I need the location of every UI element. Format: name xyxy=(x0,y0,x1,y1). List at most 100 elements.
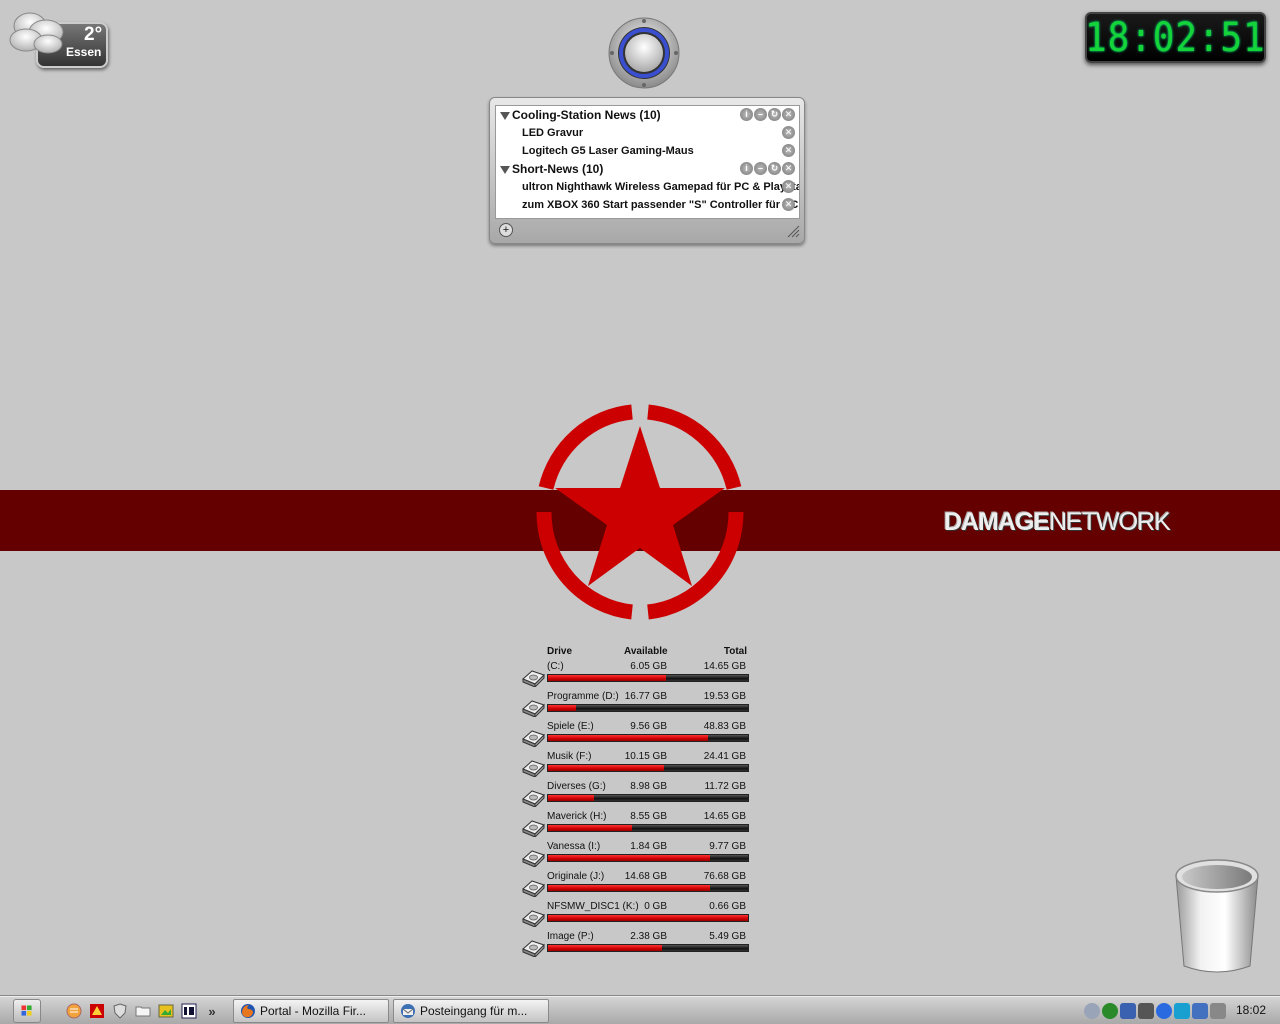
help-icon[interactable] xyxy=(1156,1003,1172,1019)
minimize-icon[interactable]: – xyxy=(754,162,767,175)
thunderbird-icon xyxy=(401,1004,415,1018)
start-button[interactable] xyxy=(13,999,41,1023)
brand-logo: DAMAGENETWORK xyxy=(944,508,1171,537)
drive-row[interactable]: Vanessa (I:) 1.84 GB 9.77 GB xyxy=(519,841,755,871)
usb-device-icon[interactable] xyxy=(1210,1003,1226,1019)
drive-row[interactable]: Image (P:) 2.38 GB 5.49 GB xyxy=(519,931,755,961)
collapse-triangle-icon[interactable] xyxy=(500,166,510,174)
drive-row[interactable]: Maverick (H:) 8.55 GB 14.65 GB xyxy=(519,811,755,841)
drive-label: Spiele (E:) xyxy=(547,721,594,732)
drive-usage-bar xyxy=(547,764,749,772)
brand-part-network: NETWORK xyxy=(1049,508,1171,536)
drive-usage-bar xyxy=(547,704,749,712)
quick-launch: » xyxy=(64,1001,222,1021)
tray-expand-icon[interactable] xyxy=(1084,1003,1100,1019)
collapse-triangle-icon[interactable] xyxy=(500,112,510,120)
drive-table-header: Drive Available Total xyxy=(547,646,749,660)
recycle-bin-icon[interactable] xyxy=(1172,856,1262,978)
add-feed-icon[interactable]: + xyxy=(499,223,513,237)
drive-total: 5.49 GB xyxy=(709,931,746,942)
feed-item[interactable]: Logitech G5 Laser Gaming-Maus ✕ xyxy=(496,142,799,160)
drive-row[interactable]: Musik (F:) 10.15 GB 24.41 GB xyxy=(519,751,755,781)
task-button-thunderbird[interactable]: Posteingang für m... xyxy=(393,999,549,1023)
feed-header[interactable]: Short-News (10) i – ↻ ✕ xyxy=(496,160,799,178)
drive-label: Diverses (G:) xyxy=(547,781,606,792)
feed-header[interactable]: Cooling-Station News (10) i – ↻ ✕ xyxy=(496,106,799,124)
folder-icon[interactable] xyxy=(133,1001,153,1021)
drive-available: 10.15 GB xyxy=(624,751,667,762)
hard-drive-icon xyxy=(522,730,545,747)
messenger-icon[interactable] xyxy=(1174,1003,1190,1019)
resize-grip-icon[interactable] xyxy=(786,224,800,238)
info-icon[interactable]: i xyxy=(740,162,753,175)
taskbar: » Portal - Mozilla Fir... Posteingang fü… xyxy=(0,996,1280,1024)
drive-total: 48.83 GB xyxy=(703,721,746,732)
drive-available: 6.05 GB xyxy=(630,661,667,672)
drive-available: 1.84 GB xyxy=(630,841,667,852)
digital-clock: 18:02:51 xyxy=(1085,12,1266,63)
minimize-icon[interactable]: – xyxy=(754,108,767,121)
feed-item-title: zum XBOX 360 Start passender "S" Control… xyxy=(522,199,799,211)
drive-label: Vanessa (I:) xyxy=(547,841,601,852)
drive-row[interactable]: Diverses (G:) 8.98 GB 11.72 GB xyxy=(519,781,755,811)
drive-row[interactable]: Spiele (E:) 9.56 GB 48.83 GB xyxy=(519,721,755,751)
drive-label: Image (P:) xyxy=(547,931,594,942)
network-eye-icon[interactable] xyxy=(1102,1003,1118,1019)
red-star-emblem-icon xyxy=(536,404,744,620)
media-player-icon[interactable] xyxy=(64,1001,84,1021)
drive-row[interactable]: NFSMW_DISC1 (K:) 0 GB 0.66 GB xyxy=(519,901,755,931)
shield-icon[interactable] xyxy=(110,1001,130,1021)
news-footer: + xyxy=(495,222,800,240)
remove-item-icon[interactable]: ✕ xyxy=(782,144,795,157)
system-tray: 18:02 xyxy=(1080,998,1280,1024)
brand-part-damage: DAMAGE xyxy=(944,508,1050,536)
hard-drive-icon xyxy=(522,700,545,717)
acrobat-icon[interactable] xyxy=(87,1001,107,1021)
drive-total: 19.53 GB xyxy=(703,691,746,702)
remove-item-icon[interactable]: ✕ xyxy=(782,198,795,211)
monitor-icon[interactable] xyxy=(1138,1003,1154,1019)
quick-launch-chevron[interactable]: » xyxy=(202,1001,222,1021)
task-label: Portal - Mozilla Fir... xyxy=(260,1004,367,1018)
feed-item[interactable]: LED Gravur ✕ xyxy=(496,124,799,142)
weather-widget[interactable]: 2° Essen xyxy=(6,8,108,68)
remove-item-icon[interactable]: ✕ xyxy=(782,180,795,193)
drive-available: 0 GB xyxy=(644,901,667,912)
header-available: Available xyxy=(624,646,668,657)
refresh-icon[interactable]: ↻ xyxy=(768,108,781,121)
drive-row[interactable]: (C:) 6.05 GB 14.65 GB xyxy=(519,661,755,691)
task-button-firefox[interactable]: Portal - Mozilla Fir... xyxy=(233,999,389,1023)
tray-clock[interactable]: 18:02 xyxy=(1236,1003,1266,1017)
film-id-icon[interactable] xyxy=(179,1001,199,1021)
drive-usage-fill xyxy=(548,945,662,951)
drive-total: 0.66 GB xyxy=(709,901,746,912)
info-icon[interactable]: i xyxy=(740,108,753,121)
hard-drive-icon xyxy=(522,880,545,897)
drive-usage-fill xyxy=(548,825,632,831)
feed-item[interactable]: ultron Nighthawk Wireless Gamepad für PC… xyxy=(496,178,799,196)
drive-label: Programme (D:) xyxy=(547,691,619,702)
drive-row[interactable]: Programme (D:) 16.77 GB 19.53 GB xyxy=(519,691,755,721)
drive-usage-fill xyxy=(548,885,710,891)
drive-usage-bar xyxy=(547,944,749,952)
remove-item-icon[interactable]: ✕ xyxy=(782,126,795,139)
feed-item[interactable]: zum XBOX 360 Start passender "S" Control… xyxy=(496,196,799,214)
drive-usage-bar xyxy=(547,734,749,742)
close-icon[interactable]: ✕ xyxy=(782,108,795,121)
close-icon[interactable]: ✕ xyxy=(782,162,795,175)
drive-total: 9.77 GB xyxy=(709,841,746,852)
hard-drive-icon xyxy=(522,850,545,867)
image-viewer-icon[interactable] xyxy=(156,1001,176,1021)
volume-icon[interactable] xyxy=(1192,1003,1208,1019)
antivirus-icon[interactable] xyxy=(1120,1003,1136,1019)
drive-available: 8.55 GB xyxy=(630,811,667,822)
refresh-icon[interactable]: ↻ xyxy=(768,162,781,175)
news-feed-list: Cooling-Station News (10) i – ↻ ✕ LED Gr… xyxy=(495,105,800,219)
drive-row[interactable]: Originale (J:) 14.68 GB 76.68 GB xyxy=(519,871,755,901)
firefox-icon xyxy=(241,1004,255,1018)
drive-usage-fill xyxy=(548,915,748,921)
news-widget: Cooling-Station News (10) i – ↻ ✕ LED Gr… xyxy=(489,97,805,244)
feed-item-title: ultron Nighthawk Wireless Gamepad für PC… xyxy=(522,181,799,193)
drive-available: 8.98 GB xyxy=(630,781,667,792)
power-button-icon[interactable] xyxy=(607,16,681,90)
